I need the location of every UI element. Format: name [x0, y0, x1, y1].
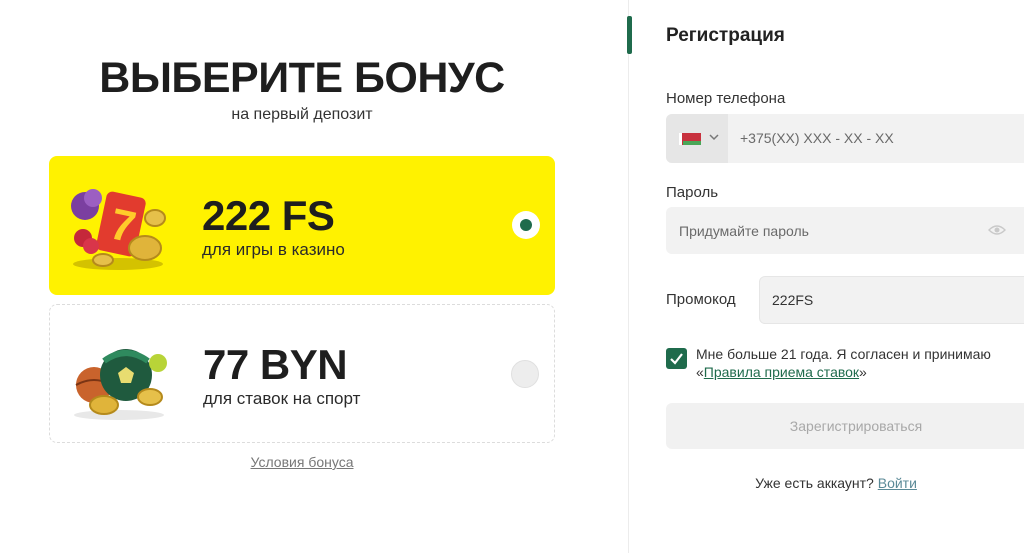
bonus-amount: 77 BYN	[203, 341, 348, 388]
login-prompt: Уже есть аккаунт? Войти	[666, 475, 1006, 491]
agree-checkbox[interactable]	[666, 348, 687, 369]
login-prompt-text: Уже есть аккаунт?	[755, 475, 878, 491]
login-link[interactable]: Войти	[878, 475, 917, 491]
bonus-option-casino[interactable]: 7 222 FS для игры в казино	[49, 156, 555, 295]
password-input[interactable]	[679, 207, 979, 254]
phone-label: Номер телефона	[666, 90, 786, 107]
registration-panel: Регистрация Номер телефона Пароль Промок…	[629, 0, 1024, 553]
password-field	[666, 207, 1024, 254]
bonus-description: для игры в казино	[202, 240, 345, 259]
phone-field	[666, 114, 1024, 163]
agree-quote-close: »	[859, 364, 867, 380]
agree-statement: Мне больше 21 года. Я согласен и принима…	[696, 346, 991, 362]
bonus-amount: 222 FS	[202, 192, 335, 239]
promo-label: Промокод	[666, 291, 736, 308]
belarus-flag-icon	[679, 133, 701, 145]
phone-input[interactable]	[740, 114, 1024, 163]
bonus-option-sport[interactable]: 77 BYN для ставок на спорт	[49, 304, 555, 443]
chevron-down-icon	[709, 134, 719, 141]
bonus-title: ВЫБЕРИТЕ БОНУС	[99, 54, 505, 102]
bonus-panel: ВЫБЕРИТЕ БОНУС на первый депозит 7 222 F…	[0, 0, 628, 553]
password-label: Пароль	[666, 184, 719, 201]
bonus-radio-selected[interactable]	[512, 211, 540, 239]
bonus-terms-link[interactable]: Условия бонуса	[0, 454, 604, 470]
bonus-subtitle: на первый депозит	[231, 106, 373, 123]
bonus-description: для ставок на спорт	[203, 389, 361, 408]
betting-rules-link[interactable]: Правила приема ставок	[704, 364, 859, 380]
eye-icon[interactable]	[988, 223, 1006, 237]
slot-machine-icon: 7	[71, 189, 166, 270]
agree-text: Мне больше 21 года. Я согласен и принима…	[696, 345, 1024, 381]
country-selector[interactable]	[666, 114, 728, 163]
check-icon	[670, 353, 683, 365]
sports-balls-icon	[74, 349, 167, 420]
bonus-radio-unselected[interactable]	[511, 360, 539, 388]
registration-title: Регистрация	[666, 25, 785, 46]
agree-quote-open: «	[696, 364, 704, 380]
register-button[interactable]: Зарегистрироваться	[666, 403, 1024, 449]
promo-field	[759, 276, 1024, 324]
promo-input[interactable]	[772, 277, 1022, 323]
